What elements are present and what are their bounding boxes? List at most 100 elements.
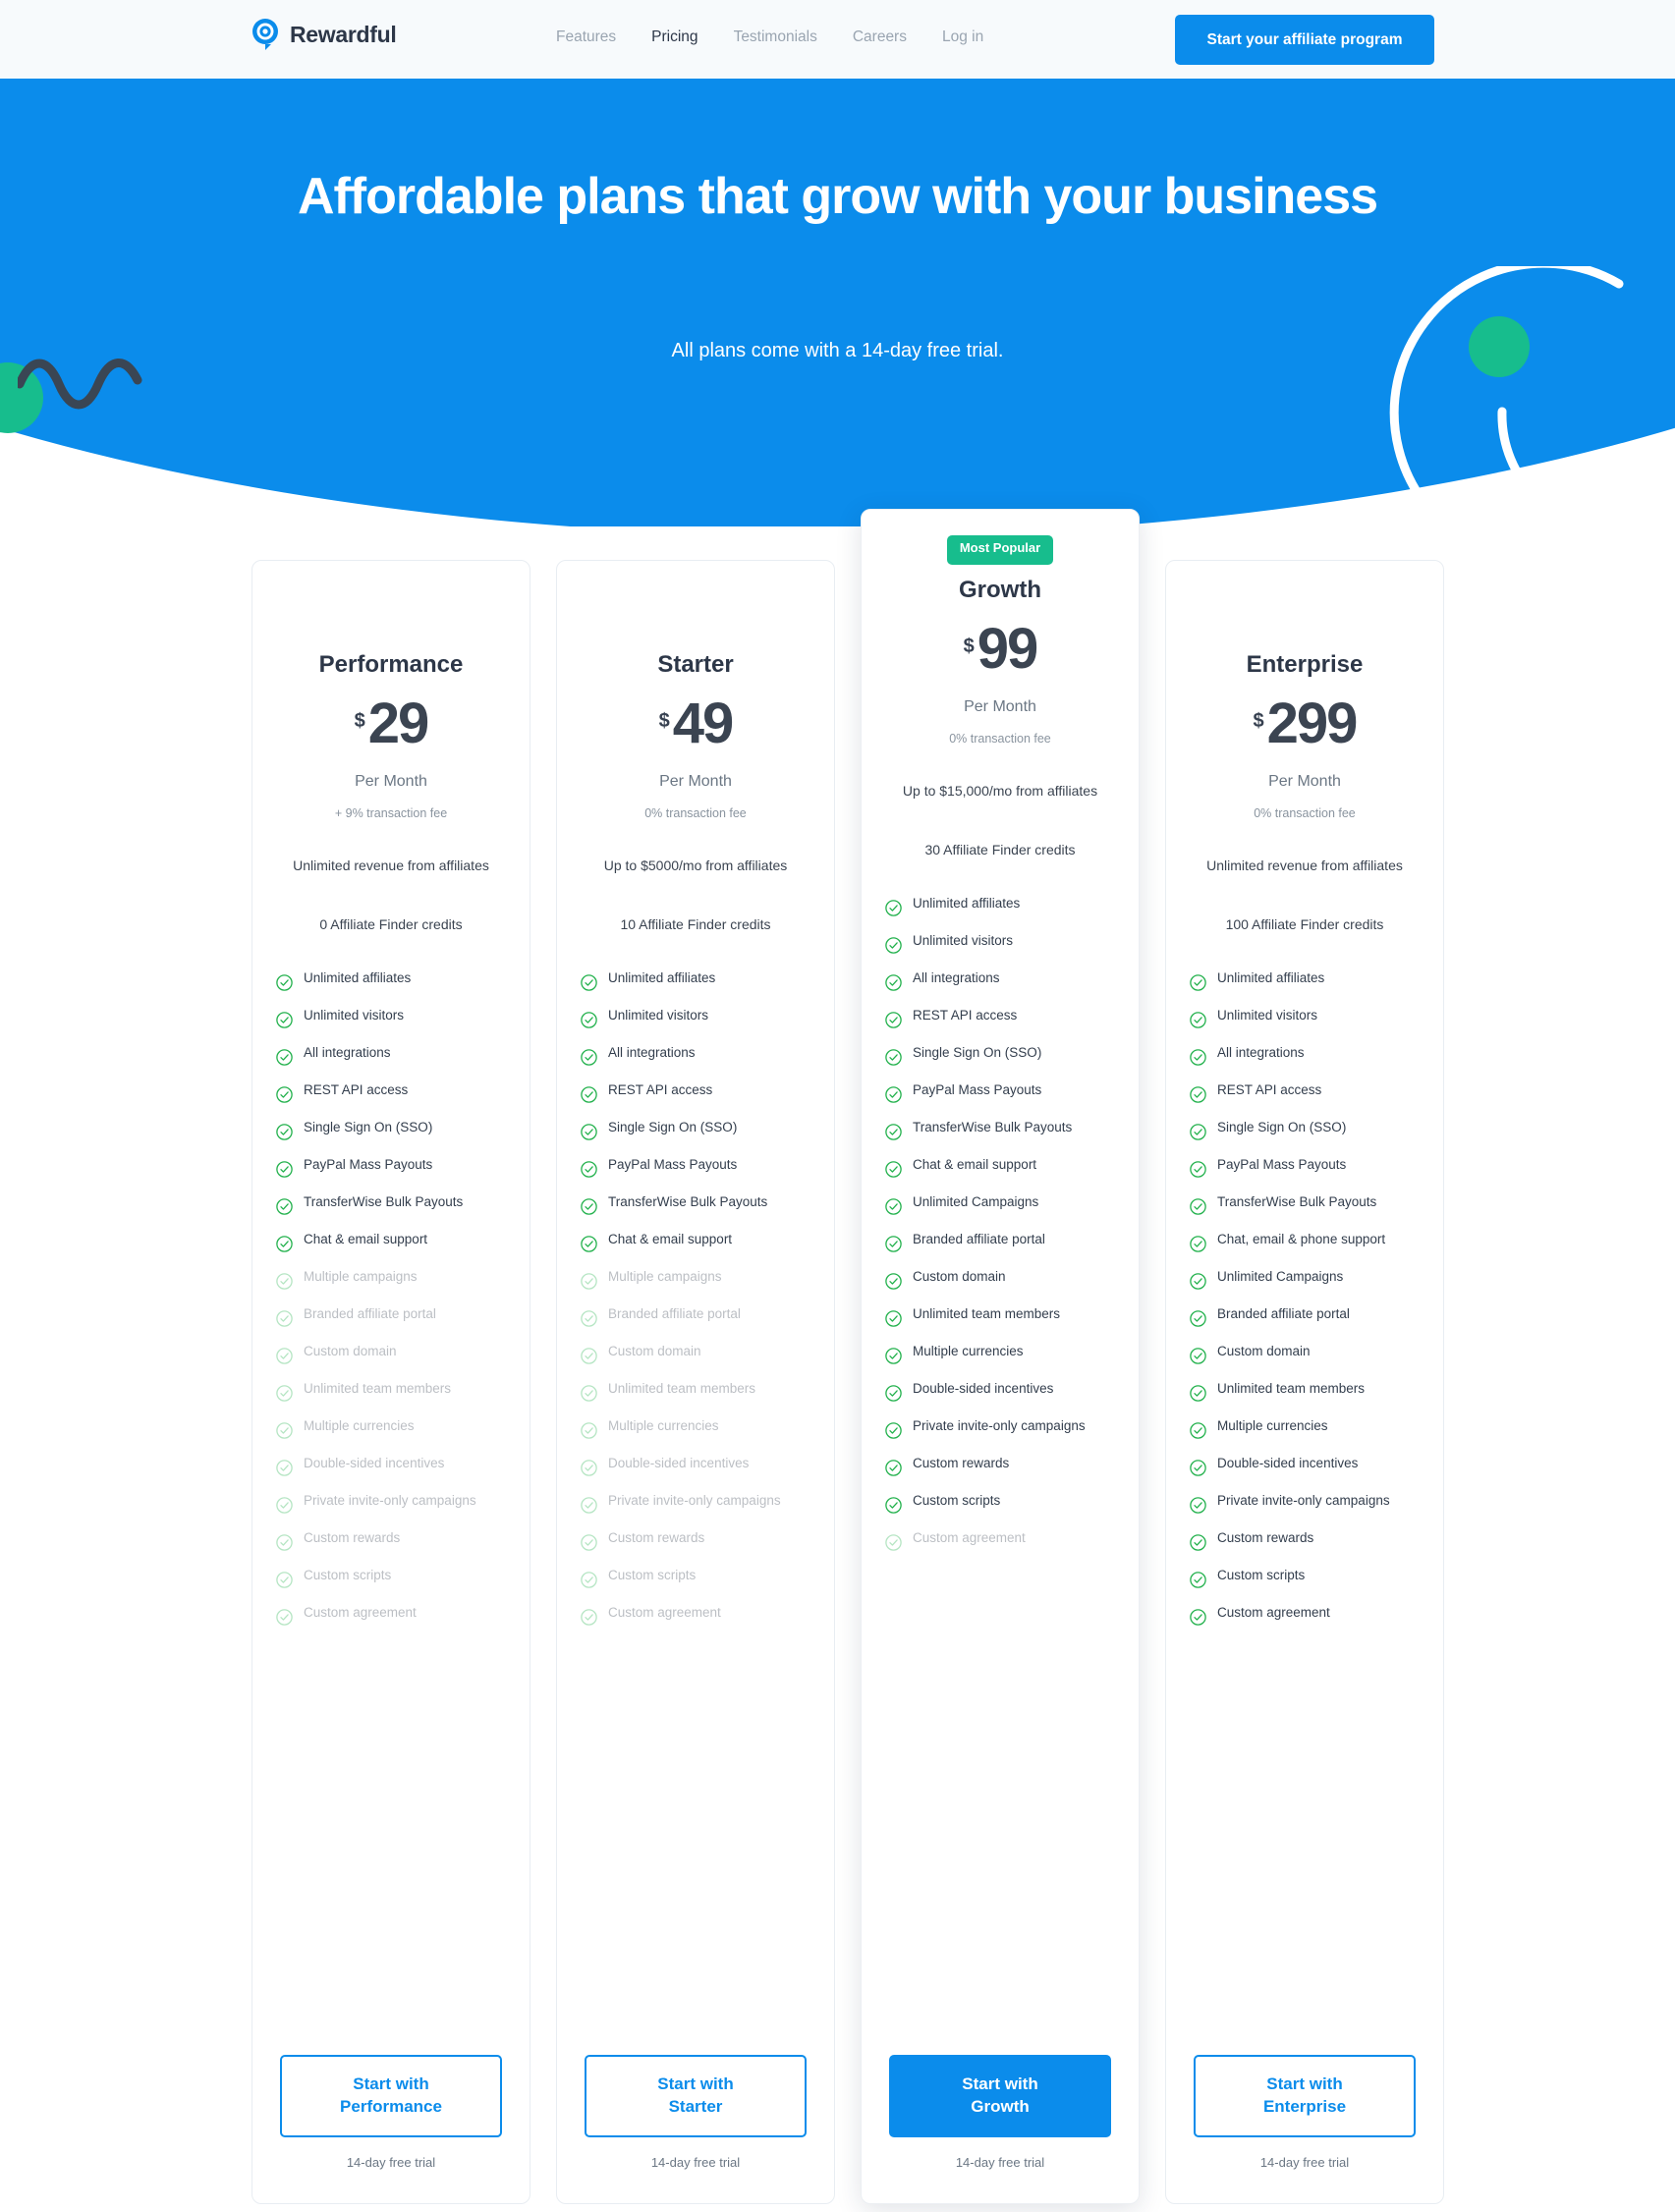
feature-item: Custom rewards	[581, 1529, 807, 1557]
start-plan-button[interactable]: Start with Growth	[889, 2055, 1111, 2137]
check-circle-icon	[885, 973, 902, 996]
brand-logo[interactable]: Rewardful	[251, 18, 397, 51]
check-circle-icon	[885, 1309, 902, 1332]
feature-item: Unlimited team members	[1190, 1380, 1416, 1408]
check-circle-icon	[885, 1533, 902, 1556]
feature-item: TransferWise Bulk Payouts	[581, 1193, 807, 1221]
feature-label: TransferWise Bulk Payouts	[304, 1193, 464, 1209]
pricing-card-growth: Most Popular Growth $99 Per Month 0% transac…	[861, 509, 1140, 2204]
start-affiliate-program-button[interactable]: Start your affiliate program	[1175, 15, 1434, 65]
check-circle-icon	[276, 1347, 293, 1369]
check-circle-icon	[1190, 1571, 1206, 1593]
feature-label: Unlimited affiliates	[1217, 969, 1325, 985]
feature-label: Custom rewards	[913, 1455, 1010, 1470]
check-circle-icon	[1190, 1421, 1206, 1444]
nav-item-pricing[interactable]: Pricing	[651, 28, 698, 46]
feature-item: Unlimited team members	[276, 1380, 502, 1408]
feature-item: Custom rewards	[1190, 1529, 1416, 1557]
feature-item: Custom agreement	[581, 1604, 807, 1631]
transaction-fee-note: 0% transaction fee	[1254, 806, 1356, 820]
check-circle-icon	[885, 1235, 902, 1257]
feature-label: Custom agreement	[608, 1604, 721, 1620]
feature-label: Custom domain	[1217, 1343, 1311, 1358]
feature-item: PayPal Mass Payouts	[581, 1156, 807, 1184]
price-amount: 99	[977, 617, 1038, 681]
start-plan-button[interactable]: Start with Enterprise	[1194, 2055, 1416, 2137]
check-circle-icon	[276, 1085, 293, 1108]
feature-item: Custom domain	[885, 1268, 1111, 1296]
check-circle-icon	[885, 1384, 902, 1407]
check-circle-icon	[276, 1235, 293, 1257]
feature-item: TransferWise Bulk Payouts	[276, 1193, 502, 1221]
nav-item-features[interactable]: Features	[556, 28, 616, 46]
check-circle-icon	[1190, 1496, 1206, 1519]
feature-label: Custom scripts	[1217, 1567, 1306, 1582]
feature-item: Private invite-only campaigns	[276, 1492, 502, 1520]
check-circle-icon	[276, 973, 293, 996]
feature-item: Branded affiliate portal	[581, 1305, 807, 1333]
check-circle-icon	[1190, 1011, 1206, 1033]
billing-period: Per Month	[659, 773, 732, 790]
nav-item-careers[interactable]: Careers	[853, 28, 907, 46]
plan-name: Enterprise	[1246, 651, 1364, 678]
nav-item-login[interactable]: Log in	[942, 28, 983, 46]
feature-label: TransferWise Bulk Payouts	[608, 1193, 768, 1209]
feature-label: All integrations	[1217, 1044, 1305, 1060]
feature-item: All integrations	[1190, 1044, 1416, 1072]
feature-item: REST API access	[885, 1007, 1111, 1034]
feature-label: Private invite-only campaigns	[1217, 1492, 1390, 1508]
check-circle-icon	[276, 1496, 293, 1519]
arc-decoration	[1389, 266, 1641, 526]
check-circle-icon	[581, 1309, 597, 1332]
start-plan-button[interactable]: Start with Starter	[585, 2055, 807, 2137]
billing-period: Per Month	[964, 698, 1036, 715]
check-circle-icon	[581, 1347, 597, 1369]
feature-item: Branded affiliate portal	[885, 1231, 1111, 1258]
feature-item: Double-sided incentives	[581, 1455, 807, 1482]
feature-item: Single Sign On (SSO)	[276, 1119, 502, 1146]
feature-item: Custom agreement	[276, 1604, 502, 1631]
check-circle-icon	[1190, 1272, 1206, 1295]
transaction-fee-note: 0% transaction fee	[644, 806, 747, 820]
plan-price: $99	[862, 617, 1139, 685]
feature-item: Single Sign On (SSO)	[581, 1119, 807, 1146]
feature-label: Single Sign On (SSO)	[913, 1044, 1042, 1060]
feature-label: Multiple campaigns	[304, 1268, 418, 1284]
pricing-card-enterprise: Enterprise $299 Per Month 0% transaction fe…	[1165, 560, 1444, 2204]
pricing-page: Affordable plans that grow with your bus…	[0, 0, 1675, 2212]
check-circle-icon	[581, 1533, 597, 1556]
feature-item: All integrations	[885, 969, 1111, 997]
plan-price: $49	[557, 694, 834, 759]
check-circle-icon	[581, 1272, 597, 1295]
feature-label: Private invite-only campaigns	[304, 1492, 476, 1508]
feature-label: Custom rewards	[1217, 1529, 1314, 1545]
feature-label: PayPal Mass Payouts	[1217, 1156, 1347, 1172]
feature-item: Double-sided incentives	[1190, 1455, 1416, 1482]
feature-label: Multiple campaigns	[608, 1268, 722, 1284]
nav-item-testimonials[interactable]: Testimonials	[734, 28, 817, 46]
feature-item: TransferWise Bulk Payouts	[1190, 1193, 1416, 1221]
cta-area: Start with Starter 14-day free trial	[557, 2055, 834, 2203]
billing-period: Per Month	[1268, 773, 1341, 790]
check-circle-icon	[276, 1123, 293, 1145]
currency-symbol: $	[354, 710, 365, 732]
plan-name: Starter	[657, 651, 734, 678]
feature-item: Custom scripts	[885, 1492, 1111, 1520]
feature-label: Custom domain	[608, 1343, 701, 1358]
feature-label: TransferWise Bulk Payouts	[913, 1119, 1073, 1134]
start-plan-button[interactable]: Start with Performance	[280, 2055, 502, 2137]
feature-label: Custom rewards	[304, 1529, 401, 1545]
feature-label: Unlimited affiliates	[304, 969, 412, 985]
check-circle-icon	[1190, 1160, 1206, 1183]
transaction-fee-note: 0% transaction fee	[949, 732, 1051, 746]
feature-label: Multiple currencies	[608, 1417, 719, 1433]
badge-row	[252, 586, 530, 616]
target-bullseye-icon	[251, 18, 281, 51]
feature-label: REST API access	[913, 1007, 1018, 1023]
feature-item: Multiple currencies	[1190, 1417, 1416, 1445]
check-circle-icon	[581, 973, 597, 996]
check-circle-icon	[885, 1048, 902, 1071]
cta-area: Start with Performance 14-day free trial	[252, 2055, 530, 2203]
feature-label: All integrations	[608, 1044, 696, 1060]
check-circle-icon	[1190, 1347, 1206, 1369]
